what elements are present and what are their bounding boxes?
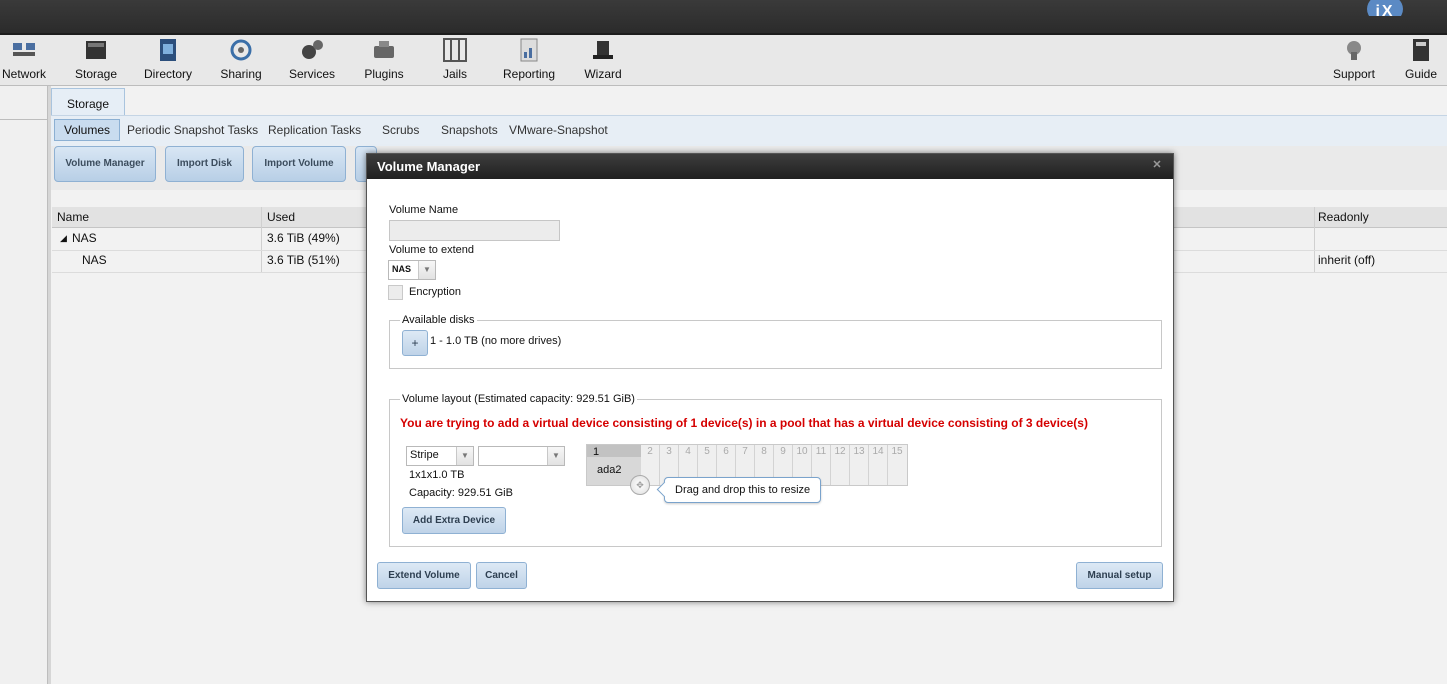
disk-slot[interactable]: 14 <box>869 445 888 485</box>
guide-icon <box>1413 39 1429 61</box>
chevron-down-icon: ▼ <box>547 447 564 465</box>
add-disk-button[interactable]: + <box>402 330 428 356</box>
dialog-title: Volume Manager <box>377 159 481 174</box>
brand-logo: iX <box>1367 0 1447 16</box>
main-toolbar: Network Storage Directory Sharing Servic… <box>0 35 1447 86</box>
layout-warning: You are trying to add a virtual device c… <box>400 416 1088 430</box>
extend-volume-button[interactable]: Extend Volume <box>377 562 471 589</box>
row-name: NAS <box>82 253 107 267</box>
toolbar-services[interactable]: Services <box>277 38 347 81</box>
available-disks-fieldset: Available disks + 1 - 1.0 TB (no more dr… <box>389 314 1162 369</box>
column-readonly[interactable]: Readonly <box>1318 207 1369 227</box>
plugins-icon <box>374 41 394 58</box>
jails-icon <box>443 38 467 62</box>
resize-tooltip: Drag and drop this to resize <box>664 477 822 503</box>
manual-setup-button[interactable]: Manual setup <box>1076 562 1163 589</box>
disk-slot[interactable]: 12 <box>831 445 850 485</box>
volume-layout-legend: Volume layout (Estimated capacity: 929.5… <box>400 393 637 405</box>
column-used[interactable]: Used <box>267 207 295 227</box>
toolbar-support[interactable]: Support <box>1319 38 1389 81</box>
toolbar-wizard[interactable]: Wizard <box>568 38 638 81</box>
support-icon <box>1347 41 1361 60</box>
disk-group-label: 1 - 1.0 TB (no more drives) <box>430 335 562 347</box>
services-icon <box>302 40 323 59</box>
encryption-checkbox[interactable] <box>388 285 403 300</box>
cancel-button[interactable]: Cancel <box>476 562 527 589</box>
sharing-icon <box>230 39 252 61</box>
vdev-options-select[interactable]: ▼ <box>478 446 565 466</box>
encryption-label: Encryption <box>409 286 461 298</box>
import-disk-button[interactable]: Import Disk <box>165 146 244 182</box>
volume-manager-button[interactable]: Volume Manager <box>54 146 156 182</box>
network-icon <box>13 43 35 56</box>
column-name[interactable]: Name <box>57 207 89 227</box>
disk-ada2-label: ada2 <box>597 464 622 476</box>
row-name: NAS <box>72 231 97 245</box>
reporting-icon <box>520 38 538 62</box>
toolbar-network[interactable]: Network <box>0 38 59 81</box>
subtab-vmware-snapshot[interactable]: VMware-Snapshot <box>509 120 608 140</box>
left-tree-pane <box>0 86 48 684</box>
storage-icon <box>86 41 106 59</box>
top-bar: iX <box>0 0 1447 35</box>
row-used: 3.6 TiB (49%) <box>267 231 340 245</box>
toolbar-plugins[interactable]: Plugins <box>349 38 419 81</box>
expand-toggle-icon[interactable]: ◢ <box>60 228 67 248</box>
row-readonly: inherit (off) <box>1318 253 1376 267</box>
disk-slot[interactable]: 15 <box>888 445 906 485</box>
row-used: 3.6 TiB (51%) <box>267 253 340 267</box>
toolbar-guide[interactable]: Guide <box>1386 38 1447 81</box>
volume-name-input[interactable] <box>389 220 560 241</box>
subtab-snapshots[interactable]: Snapshots <box>441 120 498 140</box>
toolbar-reporting[interactable]: Reporting <box>494 38 564 81</box>
wizard-icon <box>593 41 613 59</box>
volume-layout-fieldset: Volume layout (Estimated capacity: 929.5… <box>389 393 1162 547</box>
vdev-capacity-text: Capacity: 929.51 GiB <box>409 487 513 499</box>
subtab-volumes[interactable]: Volumes <box>54 119 121 141</box>
disk-slot[interactable]: 13 <box>850 445 869 485</box>
sub-tabs: Volumes Periodic Snapshot Tasks Replicat… <box>51 115 1447 146</box>
import-volume-button[interactable]: Import Volume <box>252 146 346 182</box>
toolbar-sharing[interactable]: Sharing <box>206 38 276 81</box>
chevron-down-icon: ▼ <box>418 261 435 279</box>
toolbar-jails[interactable]: Jails <box>420 38 490 81</box>
close-icon[interactable]: ✕ <box>1151 159 1163 171</box>
volume-to-extend-label: Volume to extend <box>389 244 475 256</box>
toolbar-directory[interactable]: Directory <box>133 38 203 81</box>
chevron-down-icon: ▼ <box>456 447 473 465</box>
volume-manager-dialog: Volume Manager ✕ Volume Name Volume to e… <box>366 153 1174 602</box>
subtab-replication-tasks[interactable]: Replication Tasks <box>268 120 361 140</box>
layout-type-select[interactable]: Stripe ▼ <box>406 446 474 466</box>
subtab-scrubs[interactable]: Scrubs <box>382 120 419 140</box>
toolbar-storage[interactable]: Storage <box>61 38 131 81</box>
directory-icon <box>160 39 176 61</box>
subtab-periodic-snapshot-tasks[interactable]: Periodic Snapshot Tasks <box>127 120 258 140</box>
volume-name-label: Volume Name <box>389 204 459 216</box>
resize-handle-icon[interactable]: ✥ <box>630 475 650 495</box>
add-extra-device-button[interactable]: Add Extra Device <box>402 507 506 534</box>
tab-storage[interactable]: Storage <box>51 88 125 116</box>
volume-to-extend-select[interactable]: NAS ▼ <box>388 260 436 280</box>
available-disks-legend: Available disks <box>400 314 477 326</box>
dialog-title-bar[interactable]: Volume Manager ✕ <box>367 154 1173 179</box>
vdev-config-text: 1x1x1.0 TB <box>409 469 465 481</box>
